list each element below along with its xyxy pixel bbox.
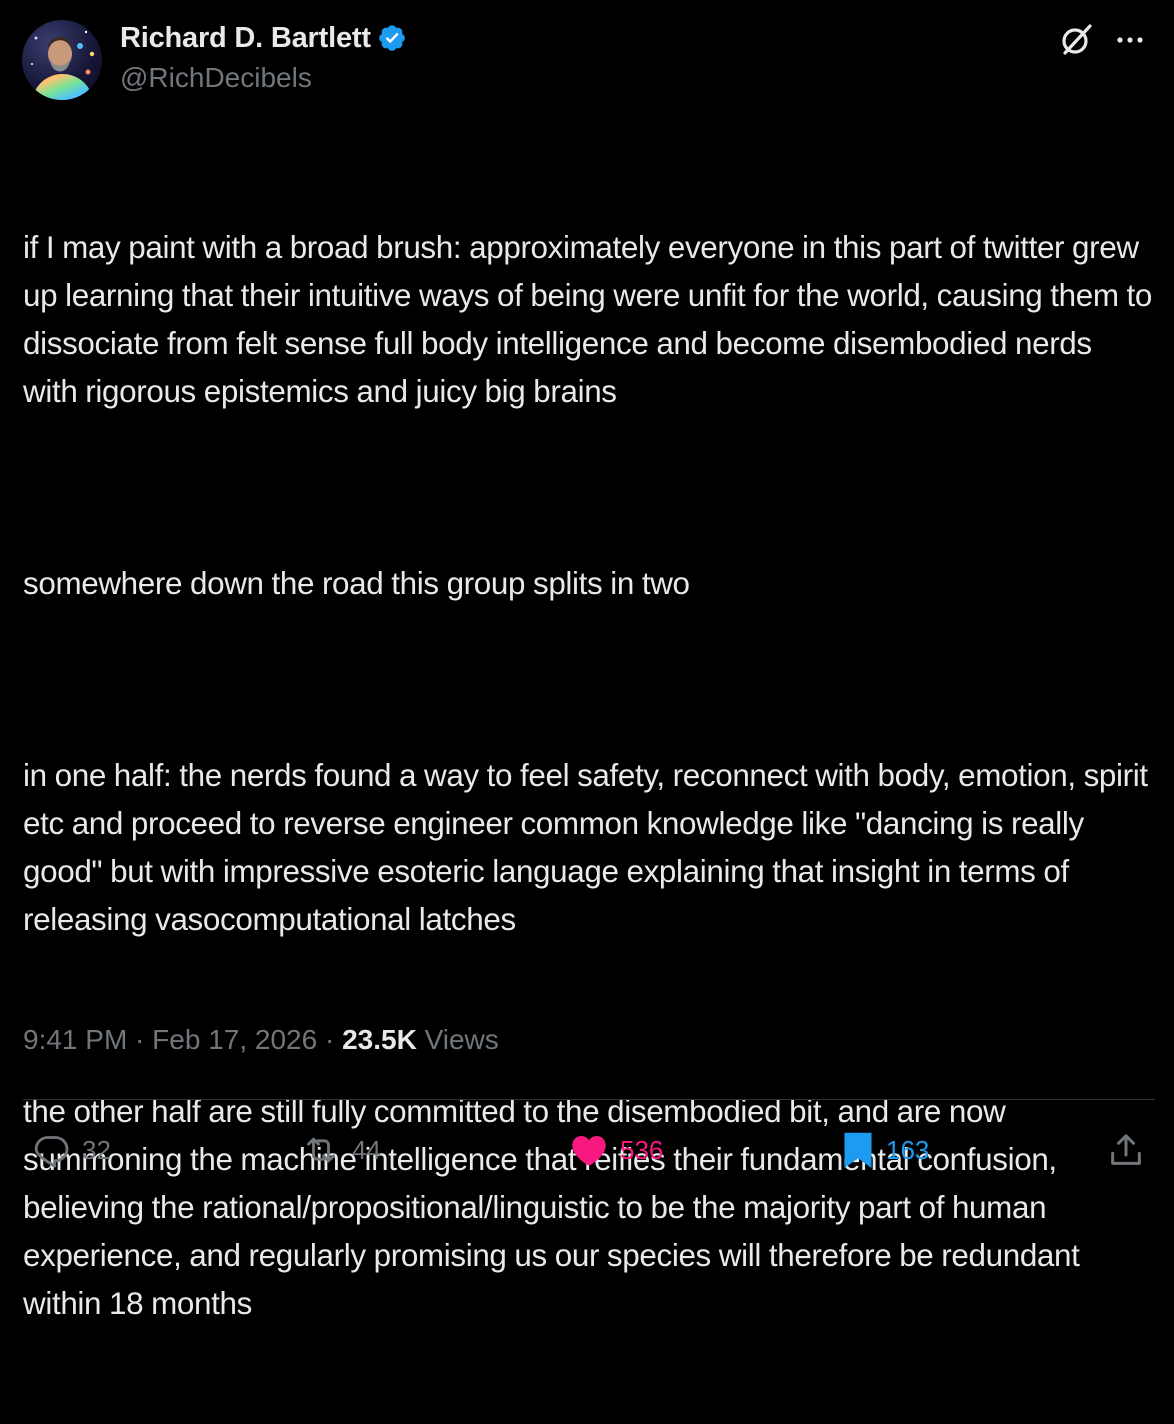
more-icon[interactable]: [1112, 24, 1148, 56]
like-count: 536: [620, 1134, 664, 1165]
views-count: 23.5K: [342, 1024, 417, 1055]
name-row: Richard D. Bartlett: [120, 20, 407, 56]
tweet-paragraph-2: somewhere down the road this group split…: [23, 566, 690, 601]
divider: [23, 1099, 1155, 1100]
share-button[interactable]: [1106, 1126, 1146, 1174]
bookmark-icon: [844, 1132, 872, 1168]
tweet-text: if I may paint with a broad brush: appro…: [23, 128, 1153, 1424]
tweet-paragraph-1: if I may paint with a broad brush: appro…: [23, 230, 1160, 409]
author-info: Richard D. Bartlett @RichDecibels: [120, 20, 407, 94]
verified-badge-icon: [377, 23, 407, 53]
tweet-paragraph-3: in one half: the nerds found a way to fe…: [23, 758, 1156, 937]
action-bar: 32 44 536 163: [0, 1120, 1174, 1180]
reply-icon: [34, 1136, 69, 1168]
tweet-date[interactable]: Feb 17, 2026: [152, 1024, 317, 1055]
bookmark-button[interactable]: 163: [840, 1126, 929, 1174]
bookmark-count: 163: [886, 1134, 930, 1165]
retweet-icon: [307, 1137, 335, 1163]
share-icon: [1111, 1134, 1141, 1165]
tweet-meta: 9:41 PM · Feb 17, 2026 · 23.5K Views: [23, 1024, 499, 1056]
avatar[interactable]: [22, 20, 102, 100]
tweet-time[interactable]: 9:41 PM: [23, 1024, 127, 1055]
tweet: Richard D. Bartlett @RichDecibels if I m…: [0, 0, 1174, 1321]
meta-separator: ·: [317, 1024, 343, 1055]
meta-separator: ·: [127, 1024, 153, 1055]
handle[interactable]: @RichDecibels: [120, 62, 407, 94]
tweet-header: Richard D. Bartlett @RichDecibels: [22, 16, 1154, 104]
retweet-button[interactable]: 44: [300, 1126, 381, 1174]
retweet-count: 44: [352, 1134, 381, 1165]
views-label: Views: [424, 1024, 499, 1055]
reply-count: 32: [82, 1134, 111, 1165]
reply-button[interactable]: 32: [32, 1126, 111, 1174]
display-name[interactable]: Richard D. Bartlett: [120, 22, 371, 55]
heart-icon: [572, 1136, 606, 1166]
like-button[interactable]: 536: [568, 1126, 663, 1174]
grok-icon[interactable]: [1058, 22, 1094, 58]
avatar-illustration: [31, 30, 95, 100]
